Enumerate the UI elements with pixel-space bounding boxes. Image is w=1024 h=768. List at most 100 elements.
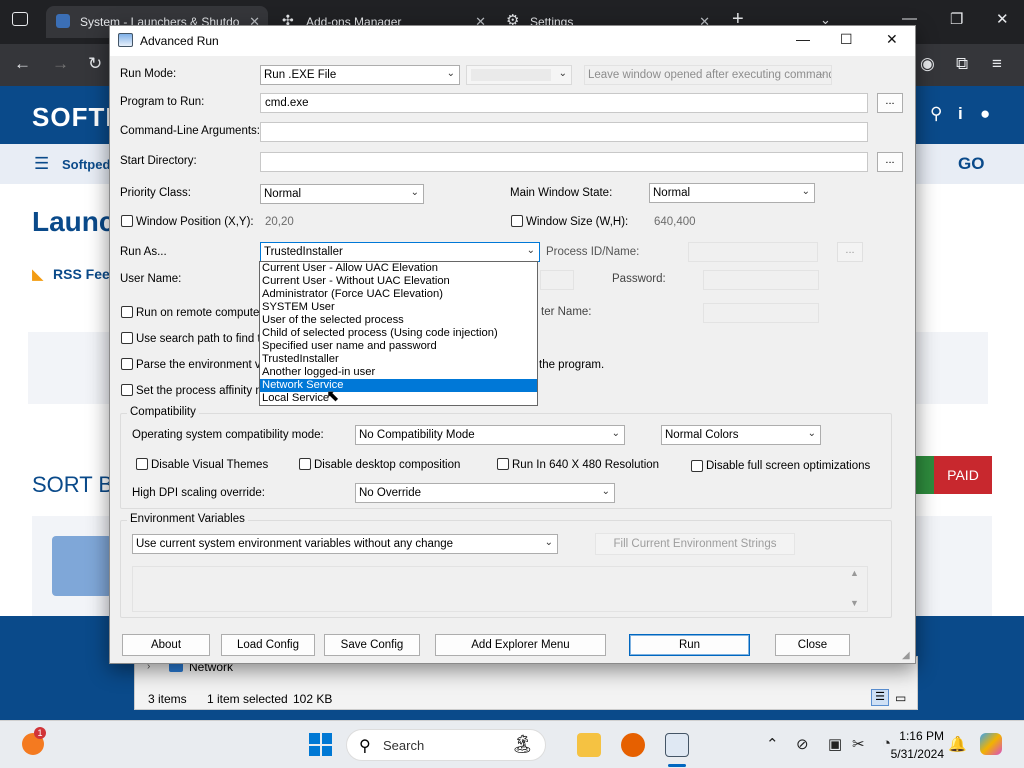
tools-tray-icon[interactable]: ✂ [852, 735, 865, 753]
softpedia-tab-icon [56, 14, 70, 28]
info-icon[interactable]: i [958, 104, 963, 124]
remote-checkbox[interactable] [121, 306, 133, 318]
copilot-icon[interactable] [980, 733, 1002, 755]
bell-icon[interactable]: 🔔 [948, 735, 967, 753]
browse-program-button[interactable]: ... [877, 93, 903, 113]
tab-actions-icon[interactable] [12, 12, 28, 26]
priority-select[interactable]: Normal ⌄ [260, 184, 424, 204]
program-input[interactable]: cmd.exe [260, 93, 868, 113]
search-highlight-icon: 🏝 [511, 734, 534, 754]
mainwin-select[interactable]: Normal ⌄ [649, 183, 815, 203]
colors-select[interactable]: Normal Colors ⌄ [661, 425, 821, 445]
save-label: Save Config [340, 639, 404, 651]
runas-option[interactable]: Administrator (Force UAC Elevation) [260, 288, 537, 301]
clock-time[interactable]: 1:16 PM [898, 729, 944, 743]
disable-themes-checkbox[interactable] [136, 458, 148, 470]
env-mode-select[interactable]: Use current system environment variables… [132, 534, 558, 554]
runas-option[interactable]: TrustedInstaller [260, 353, 537, 366]
taskbar-search-box[interactable]: ⚲ Search 🏝 [346, 729, 546, 761]
fill-env-button: Fill Current Environment Strings [595, 533, 795, 555]
filter-green[interactable] [916, 456, 934, 494]
chevron-down-icon: ⌄ [601, 486, 610, 497]
tiles-view-icon[interactable]: ▭ [895, 691, 906, 705]
about-label: About [150, 639, 182, 651]
dpi-select[interactable]: No Override ⌄ [355, 483, 615, 503]
args-input[interactable] [260, 122, 868, 142]
account-icon[interactable]: ◉ [920, 54, 935, 74]
run-mode-label: Run Mode: [120, 68, 177, 80]
scroll-down-icon[interactable]: ▼ [850, 598, 859, 608]
details-view-icon[interactable]: ☰ [871, 689, 889, 706]
search-path-checkbox[interactable] [121, 332, 133, 344]
display-tray-icon[interactable]: ▣ [828, 735, 842, 753]
run-button[interactable]: Run [629, 634, 750, 656]
chevron-down-icon: ⌄ [544, 537, 553, 548]
dialog-titlebar[interactable]: Advanced Run — ☐ ✕ [110, 26, 915, 56]
forward-icon[interactable]: → [52, 54, 69, 74]
run-mode-select[interactable]: Run .EXE File ⌄ [260, 65, 460, 85]
chevron-up-icon[interactable]: ⌃ [766, 735, 779, 753]
add-explorer-menu-button[interactable]: Add Explorer Menu [435, 634, 606, 656]
leave-window-value: Leave window opened after executing comm… [588, 69, 832, 81]
hamburger-icon[interactable]: ☰ [34, 154, 49, 174]
procid-label: Process ID/Name: [546, 246, 640, 258]
disable-composition-checkbox[interactable] [299, 458, 311, 470]
browse-startdir-button[interactable]: ... [877, 152, 903, 172]
dialog-minimize-icon[interactable]: — [796, 31, 810, 47]
restore-icon[interactable]: ❐ [950, 10, 963, 28]
network-tray-icon[interactable]: ⊘ [796, 735, 809, 753]
runas-option[interactable]: Child of selected process (Using code in… [260, 327, 537, 340]
save-config-button[interactable]: Save Config [324, 634, 420, 656]
run-640-checkbox[interactable] [497, 458, 509, 470]
extensions-icon[interactable]: ⧉ [956, 54, 968, 74]
runas-option[interactable]: Current User - Without UAC Elevation [260, 275, 537, 288]
dialog-close-icon[interactable]: ✕ [886, 31, 898, 48]
about-button[interactable]: About [122, 634, 210, 656]
close-button[interactable]: Close [775, 634, 850, 656]
dialog-maximize-icon[interactable]: ☐ [840, 31, 853, 48]
status-size: 102 KB [293, 692, 333, 706]
start-icon[interactable] [309, 733, 332, 756]
file-explorer-window: › Network 3 items 1 item selected 102 KB… [134, 656, 918, 710]
user-icon[interactable]: ● [980, 104, 990, 124]
close-window-icon[interactable]: ✕ [996, 10, 1009, 28]
runas-dropdown-list[interactable]: Current User - Allow UAC Elevation Curre… [259, 261, 538, 406]
back-icon[interactable]: ← [14, 54, 31, 74]
parse-env-checkbox[interactable] [121, 358, 133, 370]
runas-option[interactable]: Another logged-in user [260, 366, 537, 379]
resize-grip-icon[interactable]: ◢ [902, 650, 910, 661]
runas-select[interactable]: TrustedInstaller ⌄ [260, 242, 540, 262]
runas-option[interactable]: Current User - Allow UAC Elevation [260, 262, 537, 275]
reload-icon[interactable]: ↻ [88, 54, 102, 74]
browse-process-button: ... [837, 242, 863, 262]
runas-option-highlighted[interactable]: Network Service [260, 379, 537, 392]
disable-fullscreen-checkbox[interactable] [691, 460, 703, 472]
firefox-taskbar-icon[interactable] [621, 733, 645, 757]
computer-name-input [703, 303, 819, 323]
env-mode-value: Use current system environment variables… [136, 538, 454, 550]
close-label: Close [797, 639, 828, 651]
runas-value: TrustedInstaller [264, 246, 343, 258]
paid-filter[interactable]: PAID [934, 456, 992, 494]
runas-option[interactable]: SYSTEM User [260, 301, 537, 314]
clock-date[interactable]: 5/31/2024 [880, 747, 944, 761]
winpos-checkbox[interactable] [121, 215, 133, 227]
menu-icon[interactable]: ≡ [992, 54, 1002, 74]
runas-option[interactable]: Specified user name and password [260, 340, 537, 353]
runas-option[interactable]: Local Service [260, 392, 537, 405]
os-mode-select[interactable]: No Compatibility Mode ⌄ [355, 425, 625, 445]
winsize-checkbox[interactable] [511, 215, 523, 227]
env-strings-textarea[interactable] [132, 566, 868, 612]
ellipsis-label: ... [845, 244, 855, 256]
go-button[interactable]: GO [958, 154, 984, 174]
file-explorer-taskbar-icon[interactable] [577, 733, 601, 757]
runas-option[interactable]: User of the selected process [260, 314, 537, 327]
site-search-icon[interactable]: ⚲ [930, 104, 942, 124]
load-config-button[interactable]: Load Config [221, 634, 315, 656]
scroll-up-icon[interactable]: ▲ [850, 568, 859, 578]
startdir-input[interactable] [260, 152, 868, 172]
chevron-down-icon: ⌄ [410, 187, 419, 198]
winpos-value: 20,20 [265, 216, 294, 228]
advanced-run-taskbar-icon[interactable] [665, 733, 689, 757]
affinity-checkbox[interactable] [121, 384, 133, 396]
